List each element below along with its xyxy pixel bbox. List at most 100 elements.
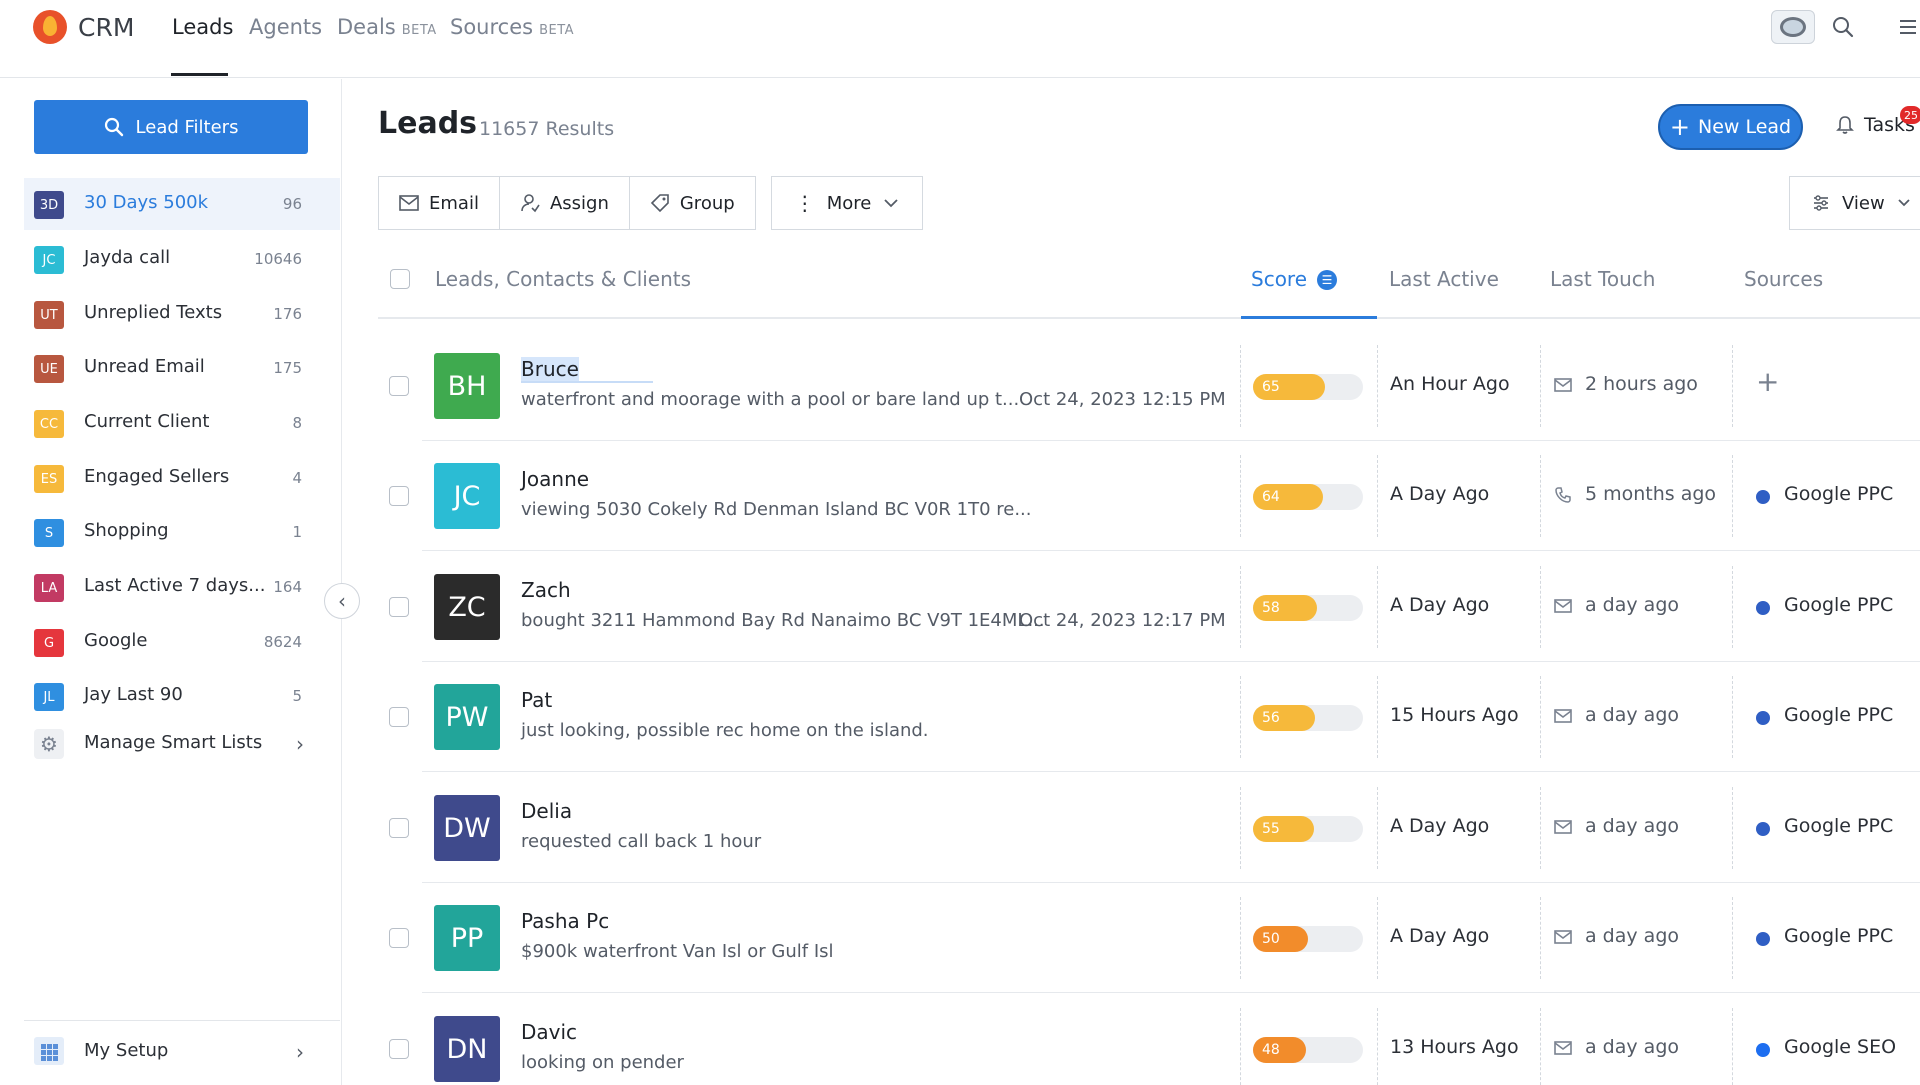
table-row[interactable]: JC Joanne viewing 5030 Cokely Rd Denman … [378,441,1920,551]
row-divider [422,992,1920,993]
my-setup-button[interactable]: My Setup › [24,1020,340,1080]
lead-avatar[interactable]: DN [434,1016,500,1082]
source-dot [1756,490,1770,504]
smart-list-item[interactable]: S Shopping 1 [24,506,340,558]
add-source-icon[interactable]: + [1756,365,1779,398]
table-row[interactable]: DW Delia requested call back 1 hour 55 A… [378,773,1920,883]
lead-filters-label: Lead Filters [135,116,239,138]
assign-button[interactable]: Assign [499,176,630,230]
nav-link-sources[interactable]: Sources BETA [450,15,574,39]
row-checkbox[interactable] [389,1039,409,1059]
table-row[interactable]: PP Pasha Pc $900k waterfront Van Isl or … [378,883,1920,993]
column-header-sources[interactable]: Sources [1744,267,1823,291]
column-header-leads[interactable]: Leads, Contacts & Clients [435,267,691,291]
smart-list-item[interactable]: ES Engaged Sellers 4 [24,452,340,504]
lead-avatar[interactable]: JC [434,463,500,529]
row-checkbox[interactable] [389,597,409,617]
lead-filters-button[interactable]: Lead Filters [34,100,308,154]
email-button[interactable]: Email [378,176,500,230]
more-actions-button[interactable]: ⋮ More [771,176,923,230]
view-options-button[interactable]: View [1789,176,1920,230]
column-header-last-active[interactable]: Last Active [1389,267,1499,291]
score-bar: 65 [1253,374,1363,400]
select-all-checkbox[interactable] [390,269,410,289]
mail-icon [399,195,419,211]
smart-list-badge: ES [34,465,64,493]
user-avatar[interactable] [1771,10,1815,44]
bulk-actions-toolbar: Email Assign Group [378,176,756,230]
lead-avatar[interactable]: ZC [434,574,500,640]
page-title: Leads [378,106,478,141]
column-divider [1240,455,1241,537]
table-row[interactable]: ZC Zach bought 3211 Hammond Bay Rd Nanai… [378,552,1920,662]
column-divider [1240,1008,1241,1085]
smart-list-item[interactable]: CC Current Client 8 [24,397,340,449]
column-header-last-touch[interactable]: Last Touch [1550,267,1655,291]
column-divider [1540,676,1541,758]
smart-list-item[interactable]: LA Last Active 7 days... 164 [24,561,340,613]
smart-list-item[interactable]: G Google 8624 [24,616,340,668]
row-checkbox[interactable] [389,707,409,727]
table-row[interactable]: PW Pat just looking, possible rec home o… [378,662,1920,772]
collapse-sidebar-button[interactable]: ‹ [324,583,360,619]
smart-list-item[interactable]: UE Unread Email 175 [24,342,340,394]
lead-source: Google SEO [1784,1036,1897,1058]
last-active: A Day Ago [1390,815,1490,837]
group-button[interactable]: Group [629,176,756,230]
smart-list-label: Google [84,630,148,651]
flame-logo-icon[interactable] [33,10,67,44]
lead-source: Google PPC [1784,594,1894,616]
lead-avatar[interactable]: BH [434,353,500,419]
search-icon[interactable] [1832,16,1854,38]
column-divider [1732,566,1733,648]
lead-name[interactable]: Pasha Pc [521,909,609,933]
smart-list-badge: G [34,629,64,657]
row-checkbox[interactable] [389,818,409,838]
score-bar: 48 [1253,1037,1363,1063]
lead-name[interactable]: Bruce [521,357,579,381]
hamburger-menu-icon[interactable] [1898,18,1918,36]
manage-smart-lists-button[interactable]: ⚙ Manage Smart Lists › [24,717,340,769]
table-row[interactable]: DN Davic looking on pender 48 13 Hours A… [378,994,1920,1085]
kebab-icon: ⋮ [794,191,815,215]
row-checkbox[interactable] [389,928,409,948]
smart-list-label: Current Client [84,411,210,432]
smart-list-item[interactable]: JL Jay Last 90 5 [24,670,340,722]
smart-list-count: 8624 [263,633,302,651]
score-fill: 58 [1253,595,1317,621]
brand-name: CRM [78,13,135,42]
lead-avatar[interactable]: PW [434,684,500,750]
sort-descending-icon[interactable]: ☰ [1317,270,1338,290]
table-row[interactable]: BH Bruce waterfront and moorage with a p… [378,331,1920,441]
smart-list-count: 8 [292,414,302,432]
column-divider [1540,345,1541,427]
column-header-score[interactable]: Score ☰ [1251,267,1338,291]
smart-list-item[interactable]: UT Unreplied Texts 176 [24,288,340,340]
lead-name[interactable]: Joanne [521,467,589,491]
column-divider [1540,1008,1541,1085]
smart-list-label: Unread Email [84,356,205,377]
score-bar: 56 [1253,705,1363,731]
lead-description: just looking, possible rec home on the i… [521,720,929,741]
lead-name[interactable]: Zach [521,578,571,602]
smart-list-count: 10646 [254,250,302,268]
nav-link-agents[interactable]: Agents [249,15,322,39]
smart-list-item[interactable]: JC Jayda call 10646 [24,233,340,285]
row-checkbox[interactable] [389,486,409,506]
new-lead-button[interactable]: + New Lead [1658,104,1803,150]
lead-name[interactable]: Delia [521,799,572,823]
nav-link-leads[interactable]: Leads [172,15,233,39]
row-checkbox[interactable] [389,376,409,396]
last-touch: a day ago [1585,704,1679,726]
lead-avatar[interactable]: PP [434,905,500,971]
last-touch: a day ago [1585,594,1679,616]
score-bar: 50 [1253,926,1363,952]
lead-name[interactable]: Pat [521,688,552,712]
smart-list-item[interactable]: 3D 30 Days 500k 96 [24,178,340,230]
assign-label: Assign [549,192,609,214]
lead-avatar[interactable]: DW [434,795,500,861]
smart-list-label: 30 Days 500k [84,192,209,213]
lead-description: looking on pender [521,1052,684,1073]
nav-link-deals[interactable]: Deals BETA [337,15,437,39]
lead-name[interactable]: Davic [521,1020,577,1044]
